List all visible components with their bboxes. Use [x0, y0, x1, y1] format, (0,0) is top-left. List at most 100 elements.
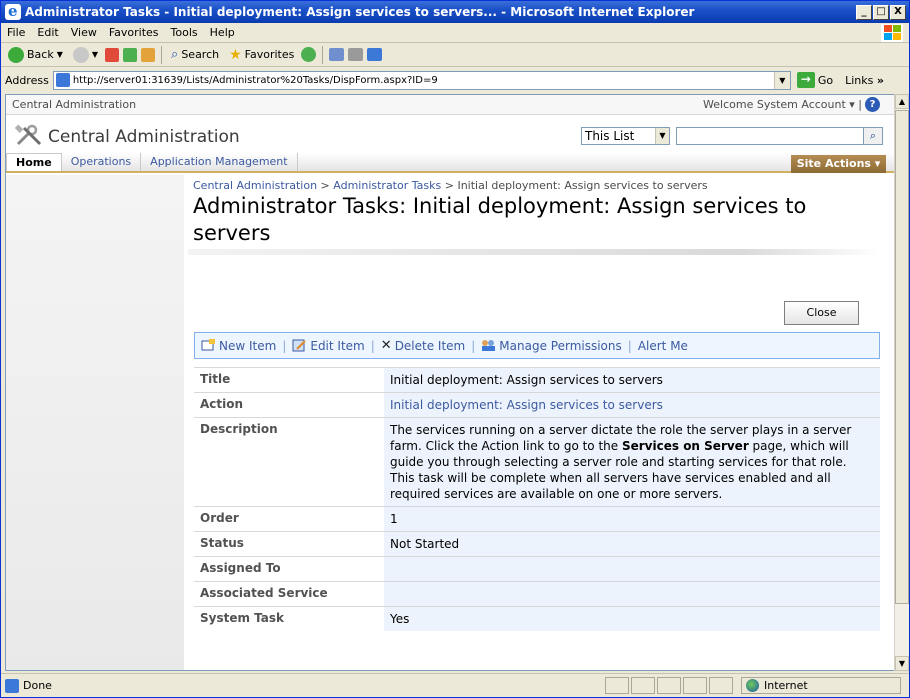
- menu-edit[interactable]: Edit: [31, 26, 64, 39]
- field-label-title: Title: [194, 367, 384, 393]
- manage-permissions-button[interactable]: Manage Permissions: [481, 338, 622, 353]
- table-row: Title Initial deployment: Assign service…: [194, 367, 880, 393]
- edit-item-button[interactable]: Edit Item: [292, 339, 365, 353]
- alert-me-button[interactable]: Alert Me: [638, 339, 688, 353]
- address-dropdown-icon[interactable]: ▼: [773, 71, 790, 89]
- menu-view[interactable]: View: [65, 26, 103, 39]
- maximize-button[interactable]: □: [873, 4, 889, 20]
- status-pane: [605, 677, 629, 694]
- search-button[interactable]: ⌕ Search: [168, 47, 222, 62]
- address-url: http://server01:31639/Lists/Administrato…: [72, 74, 438, 86]
- windows-flag-icon: [881, 24, 903, 42]
- table-row: Assigned To: [194, 556, 880, 582]
- refresh-icon[interactable]: [123, 47, 138, 62]
- delete-x-icon: ✕: [380, 338, 392, 353]
- breadcrumb-current: Initial deployment: Assign services to s…: [457, 179, 708, 192]
- site-search-input[interactable]: [676, 127, 864, 145]
- table-row: System Task Yes: [194, 606, 880, 631]
- search-icon: ⌕: [869, 129, 877, 142]
- sp-header: Central Administration This List ▼ ⌕: [6, 116, 896, 152]
- tools-icon: [14, 124, 42, 146]
- global-breadcrumb[interactable]: Central Administration: [12, 98, 136, 111]
- sp-global-bar: Central Administration Welcome System Ac…: [6, 95, 896, 115]
- tab-home[interactable]: Home: [6, 153, 62, 171]
- toolbar-divider: [322, 45, 324, 64]
- search-scope-select[interactable]: This List ▼: [581, 127, 670, 145]
- address-input[interactable]: http://server01:31639/Lists/Administrato…: [52, 70, 791, 90]
- close-window-button[interactable]: X: [890, 4, 906, 20]
- mail-icon[interactable]: [329, 48, 345, 61]
- favorites-label: Favorites: [244, 48, 295, 61]
- back-label: Back: [27, 48, 54, 61]
- field-value-status: Not Started: [384, 531, 880, 557]
- title-bar: Administrator Tasks - Initial deployment…: [1, 1, 909, 23]
- status-pane: [657, 677, 681, 694]
- toolbar-separator: |: [627, 338, 632, 353]
- scroll-up-icon[interactable]: ▲: [895, 94, 909, 109]
- tab-application-management[interactable]: Application Management: [141, 153, 298, 171]
- links-button[interactable]: Links »: [845, 74, 884, 87]
- breadcrumb: Central Administration > Administrator T…: [193, 179, 708, 192]
- menu-file[interactable]: File: [1, 26, 31, 39]
- welcome-menu[interactable]: Welcome System Account ▾ |: [703, 98, 862, 111]
- field-value-description: The services running on a server dictate…: [384, 417, 880, 507]
- home-icon[interactable]: [141, 47, 156, 62]
- forward-button[interactable]: ▼: [70, 46, 101, 63]
- scroll-down-icon[interactable]: ▼: [895, 656, 909, 671]
- zone-label: Internet: [764, 679, 808, 692]
- go-button[interactable]: → Go: [796, 72, 834, 88]
- title-band: [188, 249, 880, 255]
- manage-permissions-label: Manage Permissions: [499, 338, 622, 353]
- page-done-icon: [5, 678, 19, 693]
- links-label: Links: [845, 73, 874, 87]
- breadcrumb-separator: >: [317, 179, 334, 192]
- site-title[interactable]: Central Administration: [48, 127, 240, 147]
- address-bar: Address http://server01:31639/Lists/Admi…: [1, 68, 909, 92]
- item-properties-table: Title Initial deployment: Assign service…: [194, 367, 880, 631]
- search-go-button[interactable]: ⌕: [863, 127, 883, 145]
- menu-help[interactable]: Help: [204, 26, 241, 39]
- page-icon: [55, 73, 70, 87]
- globe-icon: [746, 679, 759, 692]
- field-label-description: Description: [194, 417, 384, 507]
- tab-operations[interactable]: Operations: [62, 153, 142, 171]
- ie-icon: [5, 2, 21, 20]
- status-panes: [605, 677, 733, 694]
- site-actions-button[interactable]: Site Actions ▾: [791, 155, 886, 173]
- status-bar: Done Internet: [1, 673, 909, 697]
- help-icon[interactable]: ?: [865, 97, 880, 112]
- back-button[interactable]: Back ▼: [5, 46, 66, 63]
- go-arrow-icon: →: [796, 72, 815, 88]
- left-nav: [6, 175, 184, 670]
- scroll-thumb[interactable]: [895, 110, 909, 604]
- edit-page-icon[interactable]: [367, 48, 383, 61]
- print-icon[interactable]: [348, 48, 364, 61]
- menu-tools[interactable]: Tools: [165, 26, 204, 39]
- field-value-system-task: Yes: [384, 606, 880, 631]
- table-row: Status Not Started: [194, 531, 880, 557]
- page-viewport: Central Administration Welcome System Ac…: [5, 94, 897, 671]
- search-label: Search: [181, 48, 220, 61]
- field-value-order: 1: [384, 506, 880, 532]
- forward-arrow-icon: [72, 46, 89, 63]
- toolbar-divider: [161, 45, 163, 64]
- menu-favorites[interactable]: Favorites: [103, 26, 165, 39]
- search-scope-value: This List: [585, 129, 635, 143]
- new-item-label: New Item: [219, 338, 277, 353]
- go-label: Go: [817, 73, 834, 87]
- minimize-button[interactable]: _: [856, 4, 872, 20]
- breadcrumb-separator: >: [441, 179, 458, 192]
- vertical-scrollbar[interactable]: ▲ ▼: [894, 94, 909, 671]
- action-link[interactable]: Initial deployment: Assign services to s…: [390, 398, 663, 412]
- favorites-button[interactable]: ★ Favorites: [226, 47, 297, 63]
- window-title: Administrator Tasks - Initial deployment…: [25, 5, 695, 19]
- close-button[interactable]: Close: [784, 301, 859, 325]
- stop-icon[interactable]: [105, 47, 120, 62]
- history-icon[interactable]: [301, 47, 317, 62]
- breadcrumb-central-admin[interactable]: Central Administration: [193, 179, 317, 192]
- breadcrumb-admin-tasks[interactable]: Administrator Tasks: [333, 179, 441, 192]
- delete-item-button[interactable]: ✕ Delete Item: [381, 338, 465, 353]
- new-item-button[interactable]: New Item: [201, 339, 276, 353]
- chevron-down-icon: ▼: [91, 50, 99, 59]
- top-nav: Home Operations Application Management S…: [6, 153, 896, 173]
